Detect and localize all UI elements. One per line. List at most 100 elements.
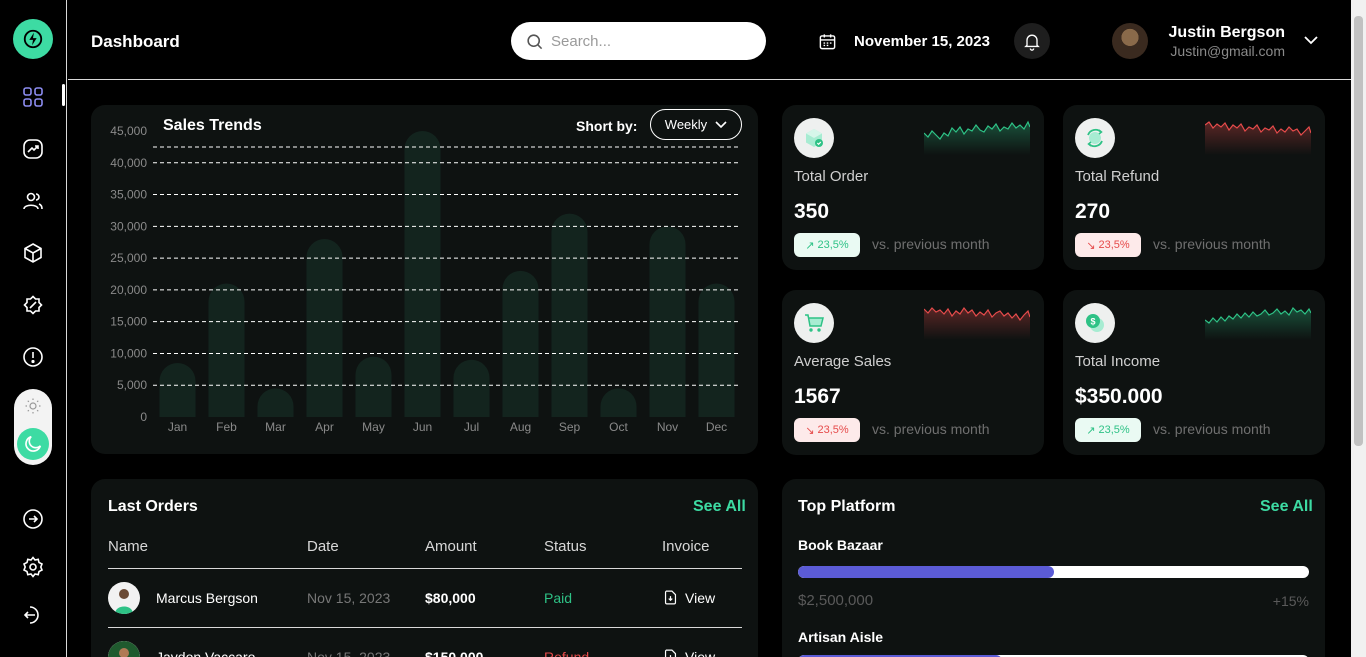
y-tick-label: 15,000 <box>110 315 147 329</box>
sidebar-item-info[interactable] <box>20 344 46 370</box>
document-download-icon <box>664 590 677 605</box>
sidebar-item-dashboard[interactable] <box>20 84 46 110</box>
notification-button[interactable] <box>1014 23 1050 59</box>
column-header-invoice: Invoice <box>662 538 710 555</box>
stat-label: Total Order <box>794 168 869 185</box>
user-email: Justin@gmail.com <box>1170 43 1285 59</box>
compare-text: vs. previous month <box>872 236 990 252</box>
sun-icon[interactable] <box>24 397 42 415</box>
x-tick-label: Jun <box>413 420 432 434</box>
chevron-down-icon[interactable] <box>1303 34 1319 46</box>
person-avatar-icon <box>115 589 133 614</box>
logo[interactable] <box>13 19 53 59</box>
chart-bar[interactable] <box>257 388 294 417</box>
sidebar-item-discounts[interactable] <box>20 292 46 318</box>
trend-icon <box>23 139 43 159</box>
scrollbar-thumb[interactable] <box>1354 16 1363 446</box>
chart-bar[interactable] <box>698 283 735 417</box>
user-avatar[interactable] <box>1112 23 1148 59</box>
sidebar-item-logout[interactable] <box>20 602 46 628</box>
sales-trends-card: Sales Trends Short by: Weekly 45,000 40,0… <box>91 105 758 454</box>
x-tick-label: May <box>362 420 385 434</box>
trend-badge: ↗ 23,5% <box>794 233 860 257</box>
arrow-right-icon <box>23 509 43 529</box>
platform-percent: +15% <box>1272 593 1309 609</box>
avatar <box>108 641 140 657</box>
sidebar-item-trends[interactable] <box>20 136 46 162</box>
view-invoice-link[interactable]: View <box>662 648 715 657</box>
column-header-date: Date <box>307 538 339 555</box>
search-input[interactable] <box>551 31 751 51</box>
x-tick-label: Nov <box>657 420 678 434</box>
user-name: Justin Bergson <box>1168 24 1285 41</box>
theme-toggle[interactable] <box>14 389 52 465</box>
order-amount: $80,000 <box>425 590 476 606</box>
platform-see-all-link[interactable]: See All <box>1260 498 1313 516</box>
y-tick-label: 35,000 <box>110 188 147 202</box>
stat-card-total-refund: Total Refund 270 ↘ 23,5% vs. previous mon… <box>1063 105 1325 270</box>
stat-card-total-income: $ Total Income $350.000 ↗ 23,5% vs. previ… <box>1063 290 1325 455</box>
x-tick-label: Jul <box>464 420 479 434</box>
sidebar-item-users[interactable] <box>20 188 46 214</box>
badge-text: 23,5% <box>817 239 849 251</box>
stat-card-average-sales: Average Sales 1567 ↘ 23,5% vs. previous m… <box>782 290 1044 455</box>
chart-bar[interactable] <box>502 270 539 417</box>
platform-name: Book Bazaar <box>798 537 883 553</box>
info-icon <box>23 347 43 367</box>
cart-icon <box>805 314 824 332</box>
chart-bar[interactable] <box>208 283 245 417</box>
stat-value: 1567 <box>794 385 841 408</box>
order-status: Refund <box>544 649 590 657</box>
calendar-icon[interactable] <box>818 32 837 51</box>
sidebar-item-products[interactable] <box>20 240 46 266</box>
badge-text: 23,5% <box>1098 239 1130 251</box>
search-icon <box>527 34 543 50</box>
stat-icon-wrap <box>1075 118 1115 158</box>
sparkline-up <box>924 120 1030 155</box>
chart-bar[interactable] <box>159 362 196 417</box>
x-tick-label: Jan <box>168 420 187 434</box>
y-tick-label: 5,000 <box>117 378 147 392</box>
column-header-status: Status <box>544 538 587 555</box>
stat-label: Average Sales <box>794 353 892 370</box>
platform-progress-bar <box>798 566 1309 578</box>
chart-bar[interactable] <box>306 239 343 417</box>
platform-name: Artisan Aisle <box>798 629 884 645</box>
chart-bar[interactable] <box>453 359 490 417</box>
gear-icon <box>22 556 44 578</box>
order-status: Paid <box>544 590 573 606</box>
view-label: View <box>685 589 716 606</box>
sidebar-item-settings[interactable] <box>20 554 46 580</box>
y-tick-label: 40,000 <box>110 156 147 170</box>
compare-text: vs. previous month <box>1153 421 1271 437</box>
header: Dashboard November 15, 2023 Justin Bergs… <box>68 0 1351 80</box>
chart-bar[interactable] <box>551 213 588 417</box>
sidebar-item-expand[interactable] <box>20 506 46 532</box>
stat-value: 270 <box>1075 200 1111 223</box>
stat-card-total-order: Total Order 350 ↗ 23,5% vs. previous mont… <box>782 105 1044 270</box>
view-invoice-link[interactable]: View <box>662 589 715 606</box>
page-title: Dashboard <box>91 32 180 51</box>
x-tick-label: Apr <box>315 420 334 434</box>
x-tick-label: Oct <box>609 420 628 434</box>
chart-bar[interactable] <box>355 356 392 417</box>
refund-icon <box>1087 128 1103 148</box>
last-orders-card: Last Orders See All Name Date Amount Sta… <box>91 479 758 657</box>
order-name: Jaydon Vaccaro <box>156 649 256 657</box>
x-tick-label: Feb <box>216 420 237 434</box>
search-bar[interactable] <box>511 22 766 60</box>
sparkline-down <box>1205 121 1311 155</box>
orders-see-all-link[interactable]: See All <box>693 498 746 516</box>
chart-bar[interactable] <box>404 131 441 417</box>
person-avatar-icon <box>108 641 140 657</box>
moon-button[interactable] <box>17 428 49 460</box>
trend-badge: ↘ 23,5% <box>1075 233 1141 257</box>
users-icon <box>23 192 43 210</box>
x-tick-label: Aug <box>510 420 531 434</box>
page-scrollbar[interactable] <box>1351 0 1366 657</box>
order-amount: $150,000 <box>425 649 484 657</box>
stat-value: 350 <box>794 200 830 223</box>
document-download-icon <box>664 649 677 657</box>
stat-icon-wrap <box>794 118 834 158</box>
chart-bar[interactable] <box>600 388 637 417</box>
